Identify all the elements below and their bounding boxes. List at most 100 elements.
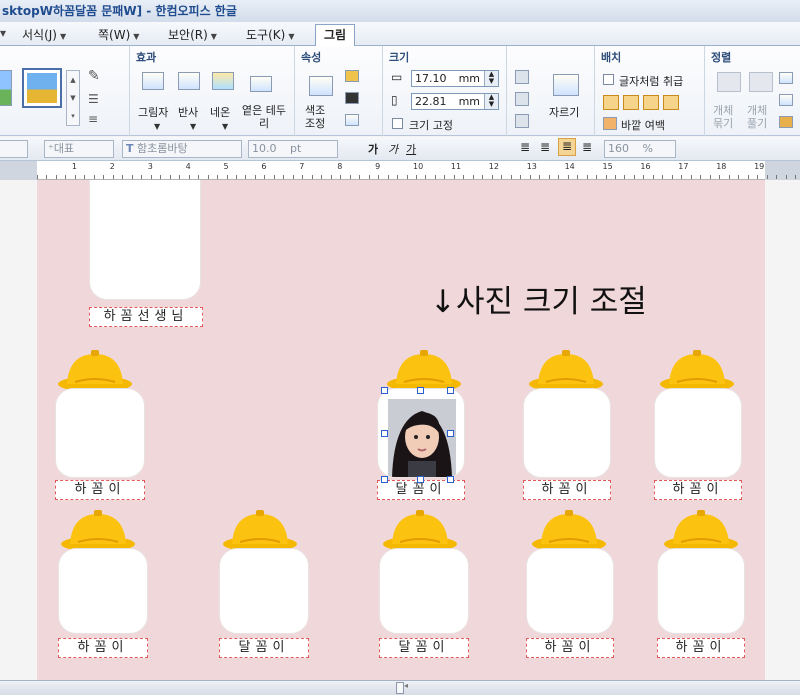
ruler-tick — [643, 175, 645, 179]
name-label[interactable]: 하꼼이 — [523, 480, 611, 500]
ruler-tick — [150, 175, 152, 179]
width-field[interactable]: 17.10 mm ▲ ▼ — [411, 70, 499, 87]
photo-frame[interactable] — [379, 548, 469, 634]
ruler-number: 18 — [716, 162, 727, 171]
align-center-icon[interactable]: ≣ — [540, 140, 550, 154]
ribbon: ▲ ▼ ▾ ✎ ☰ ≡ 효과 그림자 반사 네온 옅은 테두리 ▼ ▼ ▼ 속성 색… — [0, 46, 800, 136]
photo-frame[interactable] — [526, 548, 614, 634]
child-photo[interactable] — [388, 399, 456, 477]
resize-handle[interactable] — [447, 387, 454, 394]
horizontal-ruler[interactable]: 1 2 3 4 5 6 7 8 9 10 11 12 13 14 15 16 17 18 19 — [0, 161, 800, 180]
photo-frame[interactable] — [657, 548, 745, 634]
font-select[interactable]: T 함초롬바탕 — [122, 140, 242, 158]
horizontal-scrollbar[interactable]: ◂ — [0, 680, 800, 695]
menu-format[interactable]: 서식(J) ▼ — [22, 26, 66, 43]
wrap-front-icon[interactable] — [663, 95, 679, 110]
wrap-square-icon[interactable] — [603, 95, 619, 110]
group-objects-button[interactable]: 개체 묶기 — [713, 104, 745, 130]
photo-frame[interactable] — [55, 388, 145, 478]
treat-as-char-checkbox[interactable] — [603, 74, 614, 85]
name-label[interactable]: 달꼼이 — [379, 638, 469, 658]
photo-frame[interactable] — [523, 388, 611, 478]
resize-handle[interactable] — [381, 387, 388, 394]
gallery-scroll[interactable]: ▲ ▼ ▾ — [66, 70, 80, 126]
line-color-icon[interactable]: ✎ — [88, 68, 100, 84]
teacher-photo-frame[interactable] — [89, 180, 201, 300]
reflect-icon[interactable] — [178, 72, 200, 90]
align-objects-icon[interactable] — [779, 116, 793, 128]
shadow-button[interactable]: 그림자 — [138, 104, 168, 120]
resize-handle[interactable] — [381, 476, 388, 483]
color-adjust-icon[interactable] — [309, 76, 333, 96]
menu-overflow-arrow[interactable]: ▾ — [0, 26, 6, 40]
neon-button[interactable]: 네온 — [210, 104, 230, 120]
bring-forward-icon[interactable] — [779, 72, 793, 84]
name-label[interactable]: 하꼼이 — [58, 638, 148, 658]
chevron-down-icon[interactable]: ▼ — [222, 122, 228, 131]
name-label[interactable]: 달꼼이 — [219, 638, 309, 658]
style-thumb-1[interactable] — [0, 70, 12, 106]
ruler-tick — [501, 175, 503, 179]
resize-handle[interactable] — [417, 476, 424, 483]
crop-icon[interactable] — [553, 74, 579, 96]
wrap-tight-icon[interactable] — [623, 95, 639, 110]
italic-button[interactable]: 가 — [388, 141, 398, 157]
neon-icon[interactable] — [212, 72, 234, 90]
menu-page[interactable]: 쪽(W) ▼ — [98, 26, 139, 43]
scroll-thumb[interactable] — [396, 682, 404, 694]
send-backward-icon[interactable] — [779, 94, 793, 106]
photo-frame[interactable] — [58, 548, 148, 634]
photo-frame[interactable] — [219, 548, 309, 634]
name-label[interactable]: 하꼼이 — [55, 480, 145, 500]
line-width-icon[interactable]: ≡ — [88, 112, 98, 126]
scroll-left-arrow-icon[interactable]: ◂ — [404, 681, 408, 690]
line-spacing-field[interactable]: 160 % — [604, 140, 676, 158]
height-field[interactable]: 22.81 mm ▲ ▼ — [411, 93, 499, 110]
brightness-icon[interactable] — [345, 70, 359, 82]
resize-handle[interactable] — [447, 476, 454, 483]
yellow-hat-icon — [61, 510, 135, 552]
line-style-icon[interactable]: ☰ — [88, 92, 99, 106]
tab-picture[interactable]: 그림 — [315, 24, 355, 47]
crop-button[interactable]: 자르기 — [549, 104, 579, 120]
soft-edge-button[interactable]: 옅은 테두리 — [240, 104, 288, 130]
teacher-name-label[interactable]: 하꼼선생님 — [89, 307, 203, 327]
name-label[interactable]: 하꼼이 — [657, 638, 745, 658]
name-label[interactable]: 하꼼이 — [654, 480, 742, 500]
name-label[interactable]: 하꼼이 — [526, 638, 614, 658]
ruler-tick — [46, 175, 48, 179]
menu-tools[interactable]: 도구(K) ▼ — [246, 26, 294, 43]
width-spinner[interactable]: ▲ ▼ — [484, 71, 498, 86]
ruler-number: 13 — [526, 162, 537, 171]
size-title: 크기 — [389, 51, 410, 64]
shadow-icon[interactable] — [142, 72, 164, 90]
resize-handle[interactable] — [417, 387, 424, 394]
photo-frame[interactable] — [654, 388, 742, 478]
outer-margin-button[interactable]: 바깥 여백 — [621, 117, 665, 133]
picture-effect-icon[interactable] — [345, 114, 359, 126]
soft-edge-icon[interactable] — [250, 76, 272, 92]
font-size-field[interactable]: 10.0 pt — [248, 140, 338, 158]
align-left-icon[interactable]: ≣ — [520, 140, 530, 154]
chevron-down-icon[interactable]: ▼ — [190, 122, 196, 131]
ungroup-objects-button[interactable]: 개체 풀기 — [747, 104, 779, 130]
align-right-icon[interactable]: ≣ — [582, 140, 592, 154]
reflect-button[interactable]: 반사 — [178, 104, 198, 120]
document-area[interactable]: ↓사진 크기 조절 하꼼선생님 하꼼이 달꼼이 하꼼이 하꼼이 하꼼이 달꼼이 … — [0, 180, 800, 680]
underline-button[interactable]: 가 — [406, 141, 416, 157]
wrap-behind-icon[interactable] — [643, 95, 659, 110]
align-justify-icon[interactable]: ≣ — [558, 138, 576, 156]
height-spinner[interactable]: ▲ ▼ — [484, 94, 498, 109]
bold-button[interactable]: 가 — [368, 141, 378, 157]
chevron-down-icon[interactable]: ▼ — [154, 122, 160, 131]
style-select[interactable]: ⁺대표 — [44, 140, 114, 158]
style-thumb-2[interactable] — [22, 68, 62, 108]
menu-security[interactable]: 보안(R) ▼ — [168, 26, 217, 43]
resize-handle[interactable] — [447, 430, 454, 437]
contrast-icon[interactable] — [345, 92, 359, 104]
name-label[interactable]: 달꼼이 — [377, 480, 465, 500]
color-adjust-button[interactable]: 색조 조정 — [305, 104, 335, 130]
resize-handle[interactable] — [381, 430, 388, 437]
size-fix-checkbox[interactable] — [392, 118, 403, 129]
ruler-left-margin — [0, 161, 37, 180]
